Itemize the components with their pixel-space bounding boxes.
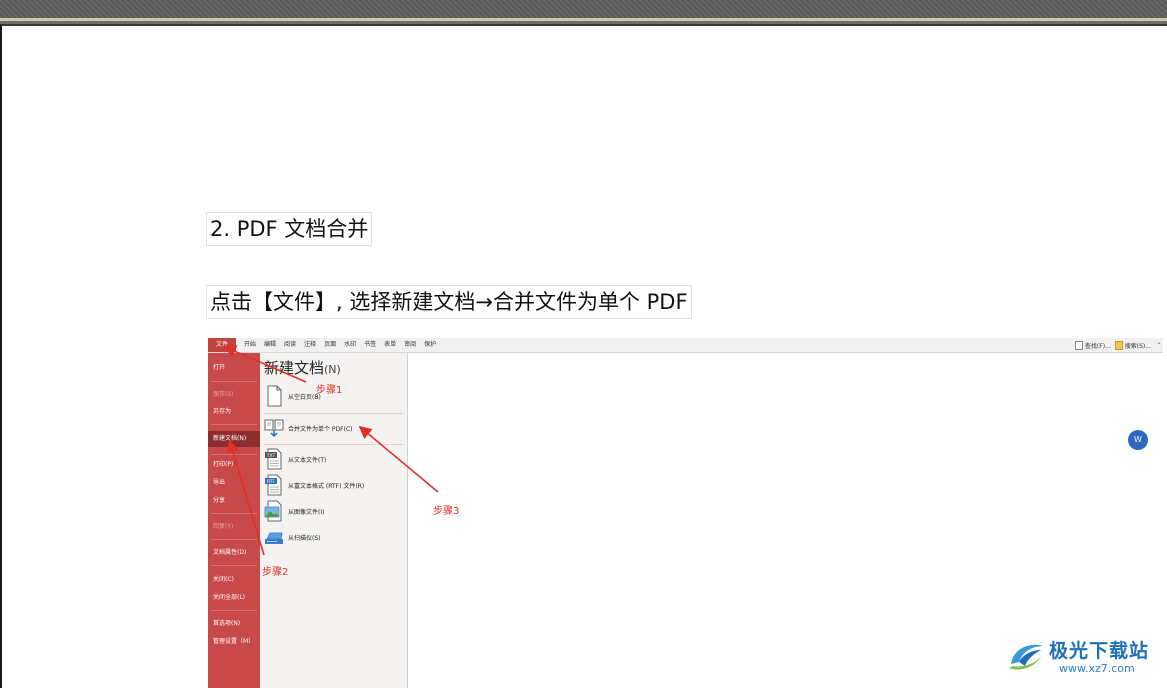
step1-arrow <box>223 345 307 383</box>
site-watermark: 极光下载站 www.xz7.com <box>1005 634 1165 680</box>
step3-arrow <box>358 425 439 493</box>
watermark-logo-icon <box>1009 644 1043 670</box>
step2-label: 步骤2 <box>262 567 289 578</box>
step3-label: 步骤3 <box>433 506 460 517</box>
watermark-url: www.xz7.com <box>1059 662 1135 675</box>
watermark-name: 极光下载站 <box>1049 640 1150 662</box>
annotation-arrows <box>223 345 439 556</box>
step1-label: 步骤1 <box>316 385 343 396</box>
step2-arrow <box>226 439 265 556</box>
